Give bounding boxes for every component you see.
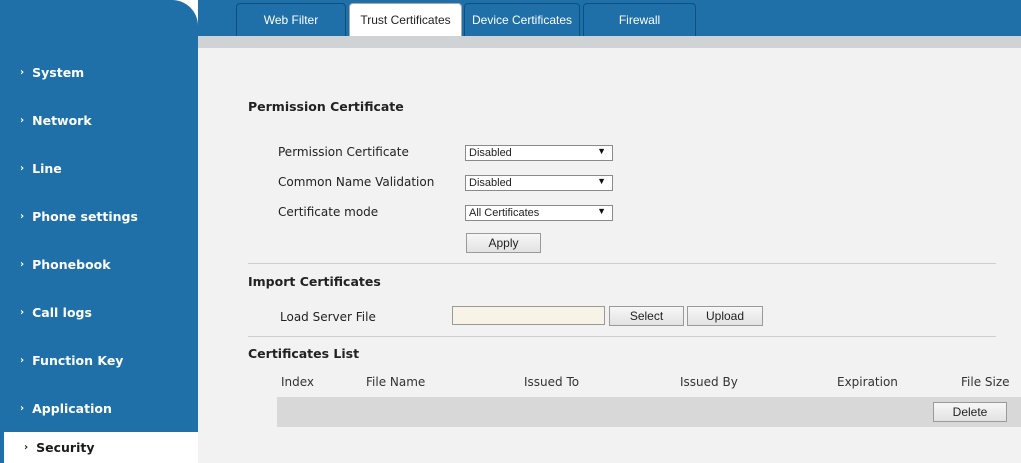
chevron-right-icon: › (20, 66, 25, 78)
permission-certificate-select[interactable]: Disabled ▼ (465, 145, 613, 161)
chevron-right-icon: › (20, 210, 25, 222)
certificate-mode-select[interactable]: All Certificates ▼ (465, 205, 613, 221)
chevron-right-icon: › (20, 258, 25, 270)
table-row (277, 397, 1021, 427)
permission-certificate-title: Permission Certificate (248, 99, 404, 114)
select-value: Disabled (469, 177, 512, 189)
sidebar-item-label: Application (32, 400, 112, 416)
tab-underline-strip (198, 36, 1021, 48)
sidebar-item-label: Network (32, 112, 92, 128)
dropdown-arrow-icon: ▼ (597, 206, 606, 216)
sidebar-item-network[interactable]: › Network (0, 96, 198, 144)
tab-trust-certificates[interactable]: Trust Certificates (349, 3, 462, 36)
tab-firewall[interactable]: Firewall (583, 3, 696, 36)
column-header-issued-by: Issued By (680, 375, 738, 389)
chevron-right-icon: › (20, 162, 25, 174)
load-server-file-label: Load Server File (280, 310, 376, 324)
chevron-right-icon: › (20, 402, 25, 414)
chevron-right-icon: › (20, 354, 25, 366)
sidebar-item-label: Phonebook (32, 256, 111, 272)
dropdown-arrow-icon: ▼ (597, 176, 606, 186)
tab-web-filter[interactable]: Web Filter (236, 3, 346, 36)
section-divider (248, 336, 996, 337)
import-certificates-title: Import Certificates (248, 274, 381, 289)
tab-device-certificates[interactable]: Device Certificates (464, 3, 580, 36)
permission-certificate-label: Permission Certificate (278, 145, 409, 159)
sidebar-item-security[interactable]: › Security (4, 432, 198, 463)
select-file-button[interactable]: Select (609, 306, 684, 326)
select-value: Disabled (469, 147, 512, 159)
upload-button[interactable]: Upload (687, 306, 763, 326)
sidebar-item-label: Phone settings (32, 208, 138, 224)
apply-button[interactable]: Apply (466, 233, 541, 253)
sidebar-item-label: Call logs (32, 304, 92, 320)
sidebar-item-call-logs[interactable]: › Call logs (0, 288, 198, 336)
column-header-issued-to: Issued To (524, 375, 580, 389)
select-value: All Certificates (469, 207, 540, 219)
column-header-file-size: File Size (961, 375, 1010, 389)
sidebar-item-function-key[interactable]: › Function Key (0, 336, 198, 384)
column-header-expiration: Expiration (837, 375, 898, 389)
chevron-right-icon: › (20, 306, 25, 318)
chevron-right-icon: › (24, 442, 29, 453)
sidebar-item-application[interactable]: › Application (0, 384, 198, 432)
sidebar-item-line[interactable]: › Line (0, 144, 198, 192)
sidebar-item-label: Line (32, 160, 62, 176)
common-name-validation-label: Common Name Validation (278, 175, 435, 189)
sidebar-item-phone-settings[interactable]: › Phone settings (0, 192, 198, 240)
chevron-right-icon: › (20, 114, 25, 126)
sidebar-item-label: Security (36, 440, 95, 455)
certificate-mode-label: Certificate mode (278, 205, 379, 219)
column-header-index: Index (281, 375, 315, 389)
sidebar-item-phonebook[interactable]: › Phonebook (0, 240, 198, 288)
load-server-file-input[interactable] (452, 306, 605, 325)
column-header-file-name: File Name (366, 375, 426, 389)
delete-button[interactable]: Delete (933, 402, 1007, 422)
common-name-validation-select[interactable]: Disabled ▼ (465, 175, 613, 191)
sidebar-item-system[interactable]: › System (0, 48, 198, 96)
section-divider (248, 263, 996, 264)
sidebar-item-label: Function Key (32, 352, 124, 368)
certificates-list-title: Certificates List (248, 346, 360, 361)
sidebar-item-label: System (32, 64, 85, 80)
sidebar: › System › Network › Line › Phone settin… (0, 0, 198, 463)
dropdown-arrow-icon: ▼ (597, 146, 606, 156)
